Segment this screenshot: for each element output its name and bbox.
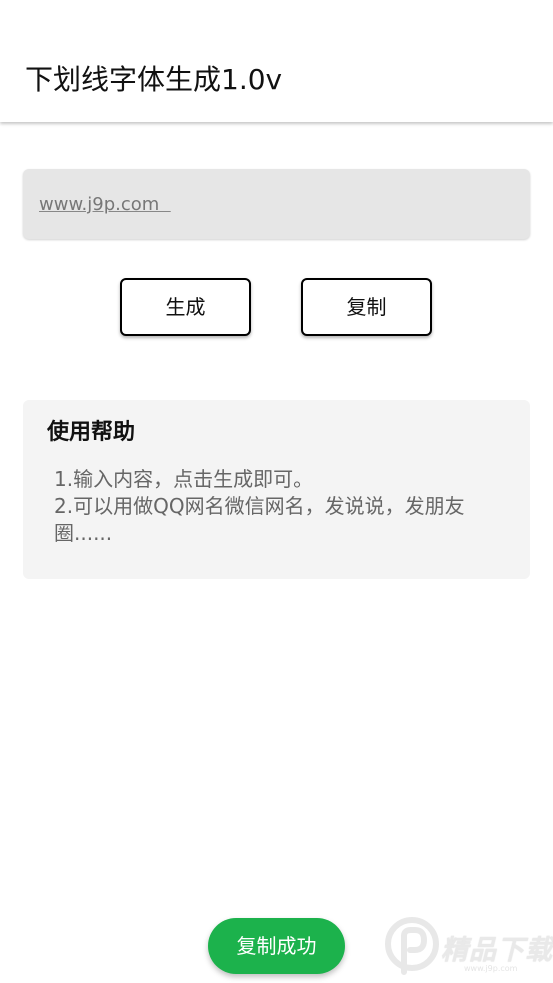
watermark-brand: 精品下载 xyxy=(441,935,553,966)
help-title: 使用帮助 xyxy=(47,420,136,445)
help-body: 1.输入内容，点击生成即可。 2.可以用做QQ网名微信网名，发说说，发朋友圈..… xyxy=(54,466,504,547)
text-input-value: www.j9p.com xyxy=(39,194,171,215)
p-logo-icon xyxy=(385,917,439,975)
text-input[interactable]: www.j9p.com xyxy=(23,169,530,239)
help-card: 使用帮助 1.输入内容，点击生成即可。 2.可以用做QQ网名微信网名，发说说，发… xyxy=(23,400,530,579)
copy-success-toast: 复制成功 xyxy=(208,918,345,974)
copy-button[interactable]: 复制 xyxy=(301,278,432,336)
app-bar: 下划线字体生成1.0v xyxy=(0,0,553,122)
watermark: 精品下载 www.j9p.com xyxy=(384,916,552,980)
generate-button[interactable]: 生成 xyxy=(120,278,251,336)
watermark-url: www.j9p.com xyxy=(464,964,518,973)
app-title: 下划线字体生成1.0v xyxy=(25,63,283,96)
help-line-1: 1.输入内容，点击生成即可。 xyxy=(54,467,314,491)
help-line-2: 2.可以用做QQ网名微信网名，发说说，发朋友圈...... xyxy=(54,494,465,545)
